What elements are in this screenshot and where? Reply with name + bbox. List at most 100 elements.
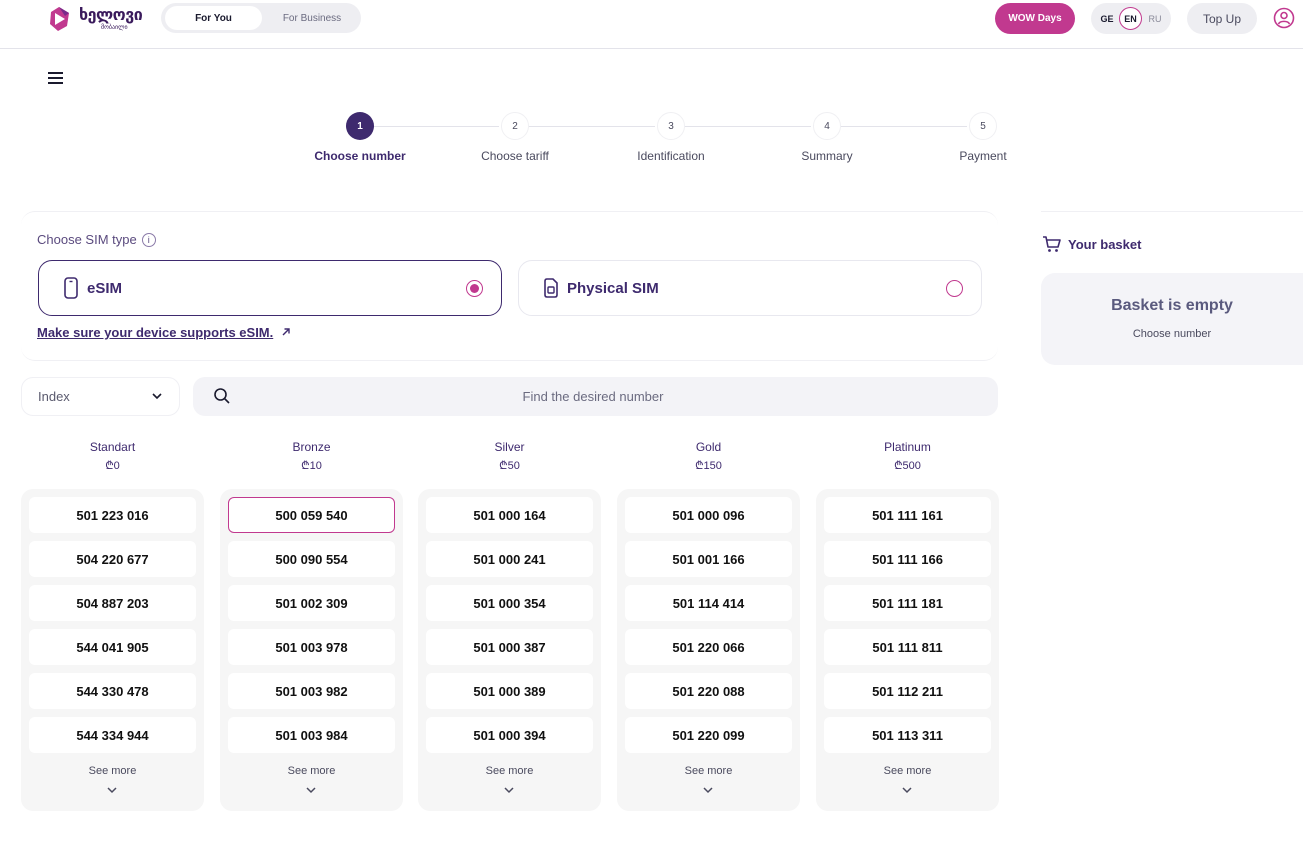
esim-option[interactable]: eSIM xyxy=(38,260,502,316)
basket-empty-text: Basket is empty xyxy=(1111,297,1233,314)
number-option[interactable]: 501 111 166 xyxy=(824,541,991,577)
chevron-down-icon[interactable] xyxy=(305,785,317,795)
step-identification[interactable]: 3 Identification xyxy=(611,112,731,163)
wow-days-button[interactable]: WOW Days xyxy=(995,3,1075,34)
tier-header-standart: Standart ₾0 xyxy=(21,440,204,473)
tier-price: ₾150 xyxy=(695,460,722,472)
logo-text: ხელოვი xyxy=(79,5,143,24)
tier-column-bronze: 500 059 540 500 090 554 501 002 309 501 … xyxy=(220,489,403,811)
sim-type-title: Choose SIM type xyxy=(37,232,137,247)
number-option[interactable]: 501 113 311 xyxy=(824,717,991,753)
number-option[interactable]: 501 000 394 xyxy=(426,717,593,753)
number-option[interactable]: 501 220 099 xyxy=(625,717,792,753)
basket-divider xyxy=(1041,211,1303,212)
lang-ge[interactable]: GE xyxy=(1098,3,1116,34)
lang-en[interactable]: EN xyxy=(1119,7,1142,30)
basket-panel: Basket is empty Choose number xyxy=(1041,273,1303,365)
esim-radio[interactable] xyxy=(466,280,483,297)
tier-column-silver: 501 000 164 501 000 241 501 000 354 501 … xyxy=(418,489,601,811)
number-option[interactable]: 504 887 203 xyxy=(29,585,196,621)
chevron-down-icon[interactable] xyxy=(702,785,714,795)
number-option[interactable]: 544 041 905 xyxy=(29,629,196,665)
number-option[interactable]: 544 330 478 xyxy=(29,673,196,709)
number-option[interactable]: 501 000 354 xyxy=(426,585,593,621)
chevron-down-icon xyxy=(152,393,162,400)
cart-icon xyxy=(1043,236,1061,252)
top-bar: ხელოვი მობაილი For You For Business WOW … xyxy=(0,0,1303,49)
number-option[interactable]: 501 112 211 xyxy=(824,673,991,709)
audience-switch: For You For Business xyxy=(161,3,361,33)
see-more-button[interactable]: See more xyxy=(220,765,403,777)
user-account-icon[interactable] xyxy=(1273,7,1295,29)
step-label: Identification xyxy=(637,149,705,163)
see-more-button[interactable]: See more xyxy=(418,765,601,777)
number-option[interactable]: 501 220 066 xyxy=(625,629,792,665)
see-more-button[interactable]: See more xyxy=(617,765,800,777)
index-dropdown[interactable]: Index xyxy=(21,377,180,416)
top-up-button[interactable]: Top Up xyxy=(1187,3,1257,34)
esim-label: eSIM xyxy=(87,279,123,297)
step-number: 1 xyxy=(346,112,374,140)
search-input[interactable] xyxy=(243,377,943,416)
number-option[interactable]: 501 000 096 xyxy=(625,497,792,533)
lang-ru[interactable]: RU xyxy=(1146,3,1164,34)
physical-sim-label: Physical SIM xyxy=(567,279,659,297)
chevron-down-icon[interactable] xyxy=(503,785,515,795)
index-label: Index xyxy=(38,389,70,404)
number-option[interactable]: 501 000 389 xyxy=(426,673,593,709)
number-option[interactable]: 501 111 811 xyxy=(824,629,991,665)
step-choose-tariff[interactable]: 2 Choose tariff xyxy=(455,112,575,163)
for-you-tab[interactable]: For You xyxy=(165,6,262,30)
for-business-tab[interactable]: For Business xyxy=(267,6,357,30)
number-option[interactable]: 501 220 088 xyxy=(625,673,792,709)
basket-title: Your basket xyxy=(1068,236,1142,252)
info-icon[interactable]: i xyxy=(141,232,156,247)
number-option[interactable]: 501 223 016 xyxy=(29,497,196,533)
physical-sim-option[interactable]: Physical SIM xyxy=(518,260,982,316)
step-label: Choose tariff xyxy=(481,149,549,163)
step-payment[interactable]: 5 Payment xyxy=(923,112,1043,163)
number-option[interactable]: 504 220 677 xyxy=(29,541,196,577)
number-option[interactable]: 544 334 944 xyxy=(29,717,196,753)
number-option[interactable]: 501 000 241 xyxy=(426,541,593,577)
number-option[interactable]: 500 090 554 xyxy=(228,541,395,577)
number-search xyxy=(193,377,998,416)
tier-column-standart: 501 223 016 504 220 677 504 887 203 544 … xyxy=(21,489,204,811)
tier-header-platinum: Platinum ₾500 xyxy=(816,440,999,473)
external-link-icon xyxy=(282,328,290,336)
tier-title: Standart xyxy=(89,440,136,454)
number-option[interactable]: 501 111 181 xyxy=(824,585,991,621)
step-label: Payment xyxy=(959,149,1007,163)
brand-logo[interactable]: ხელოვი მობაილი xyxy=(45,3,145,35)
number-option[interactable]: 501 002 309 xyxy=(228,585,395,621)
tier-header-silver: Silver ₾50 xyxy=(418,440,601,473)
chevron-down-icon[interactable] xyxy=(901,785,913,795)
tier-title: Gold xyxy=(695,440,722,454)
number-option[interactable]: 501 003 984 xyxy=(228,717,395,753)
number-option[interactable]: 501 003 978 xyxy=(228,629,395,665)
number-option-selected[interactable]: 500 059 540 xyxy=(228,497,395,533)
chevron-down-icon[interactable] xyxy=(106,785,118,795)
step-summary[interactable]: 4 Summary xyxy=(767,112,887,163)
step-choose-number[interactable]: 1 Choose number xyxy=(300,112,420,163)
number-option[interactable]: 501 000 164 xyxy=(426,497,593,533)
number-option[interactable]: 501 003 982 xyxy=(228,673,395,709)
tier-price: ₾500 xyxy=(894,460,921,472)
number-option[interactable]: 501 001 166 xyxy=(625,541,792,577)
basket-hint: Choose number xyxy=(1132,328,1212,340)
physical-sim-radio[interactable] xyxy=(946,280,963,297)
sim-type-heading: Choose SIM type i xyxy=(37,232,156,247)
tier-price: ₾50 xyxy=(499,460,520,472)
basket-heading: Your basket xyxy=(1042,235,1141,253)
see-more-button[interactable]: See more xyxy=(21,765,204,777)
step-number: 3 xyxy=(657,112,685,140)
see-more-button[interactable]: See more xyxy=(816,765,999,777)
number-option[interactable]: 501 000 387 xyxy=(426,629,593,665)
tier-title: Platinum xyxy=(884,440,931,454)
step-number: 4 xyxy=(813,112,841,140)
step-label: Choose number xyxy=(314,149,406,163)
esim-compatibility-link[interactable]: Make sure your device supports eSIM. xyxy=(37,325,273,340)
number-option[interactable]: 501 111 161 xyxy=(824,497,991,533)
number-option[interactable]: 501 114 414 xyxy=(625,585,792,621)
hamburger-menu-icon[interactable] xyxy=(48,72,66,86)
